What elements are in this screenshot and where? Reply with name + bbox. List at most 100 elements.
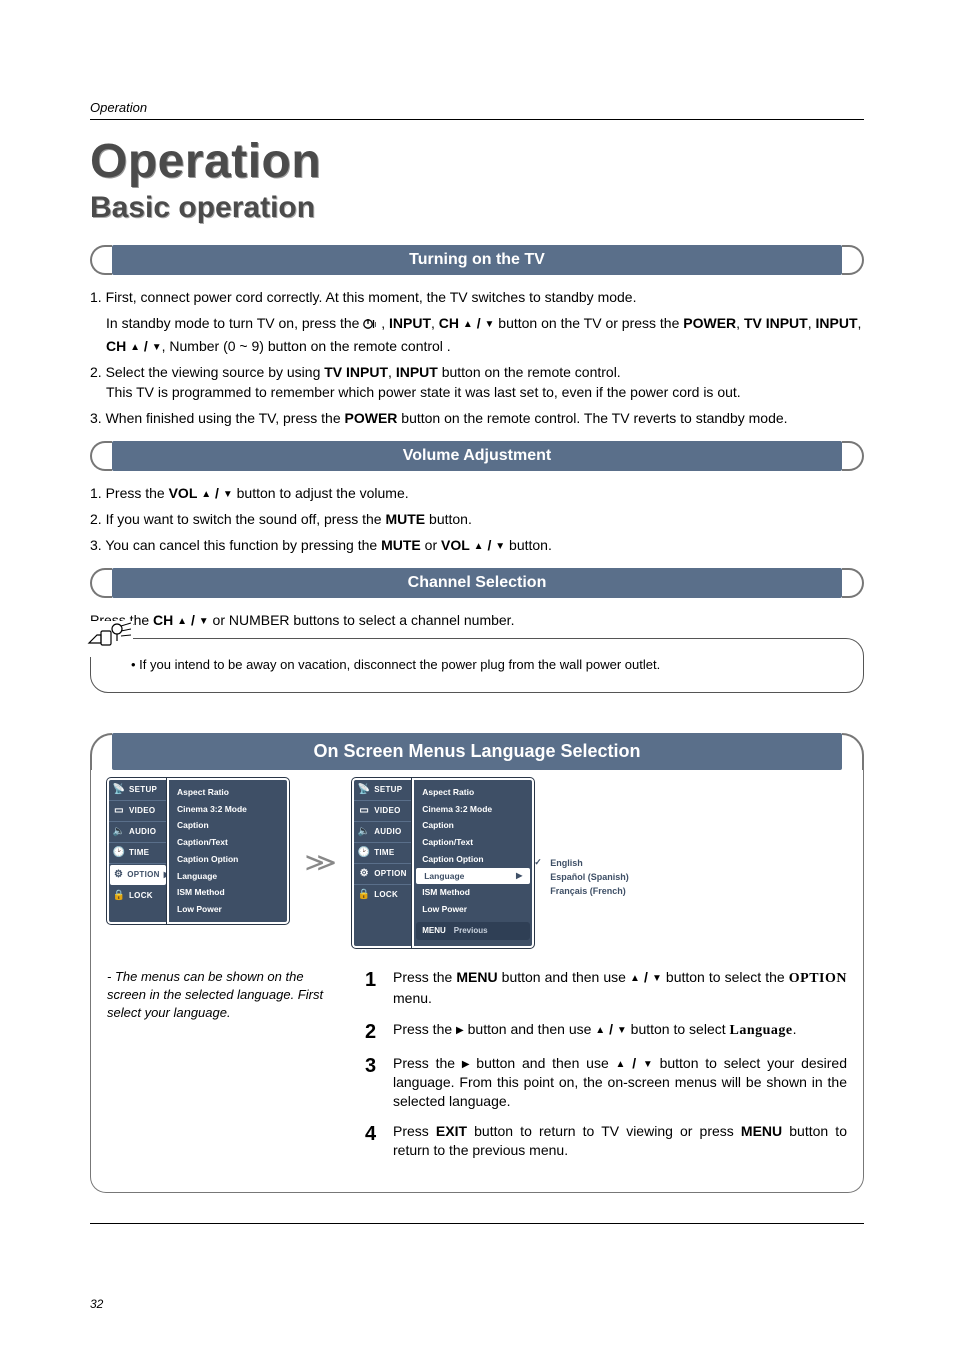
- up-triangle-icon: ▲: [463, 318, 473, 333]
- menu-item: Cinema 3:2 Mode: [169, 801, 287, 818]
- right-triangle-icon: ▶: [462, 1058, 470, 1072]
- tab-lock: 🔒LOCK: [109, 886, 167, 906]
- menu-item: Caption Option: [414, 851, 532, 868]
- header-rule: [90, 119, 864, 120]
- down-triangle-icon: ▼: [485, 318, 495, 333]
- page-title: Operation: [90, 134, 864, 189]
- osd-section: 📡SETUP ▭VIDEO 🔈AUDIO 🕑TIME ⚙OPTION▶ 🔒LOC…: [90, 762, 864, 1193]
- menu-footer: MENUPrevious: [416, 922, 530, 940]
- osd-menu-before: 📡SETUP ▭VIDEO 🔈AUDIO 🕑TIME ⚙OPTION▶ 🔒LOC…: [107, 778, 289, 924]
- svg-text:I: I: [375, 322, 377, 329]
- up-triangle-icon: ▲: [616, 1058, 626, 1072]
- down-triangle-icon: ▼: [652, 972, 662, 986]
- turning-on-step-2: 2. Select the viewing source by using TV…: [90, 362, 864, 403]
- menu-item: Low Power: [414, 901, 532, 918]
- banner-label: Turning on the TV: [112, 245, 842, 275]
- volume-step-1: 1. Press the VOL ▲ / ▼ button to adjust …: [90, 483, 864, 503]
- menu-item: Aspect Ratio: [169, 784, 287, 801]
- clock-icon: 🕑: [113, 848, 125, 858]
- turning-on-step-1-detail: In standby mode to turn TV on, press the…: [106, 313, 864, 356]
- volume-step-2: 2. If you want to switch the sound off, …: [90, 509, 864, 529]
- down-triangle-icon: ▼: [223, 488, 233, 503]
- check-icon: ✓: [534, 857, 542, 868]
- banner-osd: On Screen Menus Language Selection: [90, 733, 864, 770]
- lock-icon: 🔒: [113, 891, 125, 901]
- down-triangle-icon: ▼: [617, 1024, 627, 1038]
- up-triangle-icon: ▲: [595, 1024, 605, 1038]
- note-text: • If you intend to be away on vacation, …: [131, 657, 845, 672]
- step-2: 2 Press the ▶ button and then use ▲ / ▼ …: [365, 1020, 847, 1042]
- tab-time: 🕑TIME: [109, 843, 167, 864]
- down-triangle-icon: ▼: [643, 1058, 653, 1072]
- page-number: 32: [90, 1297, 103, 1311]
- tab-video: ▭VIDEO: [354, 801, 412, 822]
- screen-icon: ▭: [113, 806, 125, 816]
- down-triangle-icon: ▼: [152, 341, 162, 356]
- tab-video: ▭VIDEO: [109, 801, 167, 822]
- up-triangle-icon: ▲: [201, 488, 211, 503]
- osd-menu-after: 📡SETUP ▭VIDEO 🔈AUDIO 🕑TIME ⚙OPTION 🔒LOCK…: [352, 778, 534, 948]
- speaker-icon: 🔈: [358, 827, 370, 837]
- tab-option: ⚙OPTION▶: [110, 865, 166, 885]
- tab-setup: 📡SETUP: [354, 780, 412, 801]
- satellite-icon: 📡: [358, 785, 370, 795]
- menu-item: Language: [169, 868, 287, 885]
- note-box: • If you intend to be away on vacation, …: [90, 638, 864, 693]
- tab-audio: 🔈AUDIO: [109, 822, 167, 843]
- down-triangle-icon: ▼: [495, 540, 505, 555]
- banner-label: Channel Selection: [112, 568, 842, 598]
- menu-item: Caption/Text: [414, 834, 532, 851]
- gear-icon: ⚙: [114, 870, 123, 880]
- footer-rule: [90, 1223, 864, 1224]
- menu-item: ISM Method: [414, 884, 532, 901]
- up-triangle-icon: ▲: [474, 540, 484, 555]
- banner-turning-on: Turning on the TV: [90, 245, 864, 275]
- up-triangle-icon: ▲: [130, 341, 140, 356]
- turning-on-step-1: 1. First, connect power cord correctly. …: [90, 287, 864, 307]
- running-head: Operation: [90, 100, 864, 115]
- banner-channel: Channel Selection: [90, 568, 864, 598]
- tab-setup: 📡SETUP: [109, 780, 167, 801]
- tab-lock: 🔒LOCK: [354, 885, 412, 905]
- clock-icon: 🕑: [358, 848, 370, 858]
- gear-icon: ⚙: [358, 869, 370, 879]
- menu-item-language: Language▶: [416, 868, 530, 885]
- step-1: 1 Press the MENU button and then use ▲ /…: [365, 968, 847, 1008]
- page-subtitle: Basic operation: [90, 191, 864, 225]
- arrow-right-icon: ≫: [304, 847, 337, 878]
- speaker-icon: 🔈: [113, 827, 125, 837]
- language-option-french: Français (French): [534, 884, 644, 898]
- banner-volume: Volume Adjustment: [90, 441, 864, 471]
- banner-label: Volume Adjustment: [112, 441, 842, 471]
- menu-item: Aspect Ratio: [414, 784, 532, 801]
- menu-item: Low Power: [169, 901, 287, 918]
- menu-item: Cinema 3:2 Mode: [414, 801, 532, 818]
- note-hand-icon: [87, 621, 133, 657]
- screen-icon: ▭: [358, 806, 370, 816]
- menu-item: ISM Method: [169, 884, 287, 901]
- tab-time: 🕑TIME: [354, 843, 412, 864]
- language-option-spanish: Español (Spanish): [534, 870, 644, 884]
- menu-item: Caption Option: [169, 851, 287, 868]
- power-icon: I: [363, 315, 377, 335]
- osd-caption: - The menus can be shown on the screen i…: [107, 968, 337, 1172]
- language-option-english: ✓English: [534, 856, 644, 870]
- banner-label: On Screen Menus Language Selection: [112, 733, 842, 770]
- menu-item: Caption: [169, 817, 287, 834]
- channel-step-1: Press the CH ▲ / ▼ or NUMBER buttons to …: [90, 610, 864, 630]
- turning-on-step-3: 3. When finished using the TV, press the…: [90, 408, 864, 428]
- right-triangle-icon: ▶: [456, 1024, 464, 1038]
- menu-item: Caption/Text: [169, 834, 287, 851]
- lock-icon: 🔒: [358, 890, 370, 900]
- menu-item: Caption: [414, 817, 532, 834]
- language-options: ✓English Español (Spanish) Français (Fre…: [534, 778, 644, 948]
- chevron-right-icon: ▶: [516, 870, 522, 882]
- volume-step-3: 3. You can cancel this function by press…: [90, 535, 864, 555]
- osd-steps: 1 Press the MENU button and then use ▲ /…: [365, 968, 847, 1172]
- tab-option: ⚙OPTION: [354, 864, 412, 885]
- down-triangle-icon: ▼: [199, 615, 209, 630]
- tab-audio: 🔈AUDIO: [354, 822, 412, 843]
- step-3: 3 Press the ▶ button and then use ▲ / ▼ …: [365, 1054, 847, 1111]
- satellite-icon: 📡: [113, 785, 125, 795]
- up-triangle-icon: ▲: [177, 615, 187, 630]
